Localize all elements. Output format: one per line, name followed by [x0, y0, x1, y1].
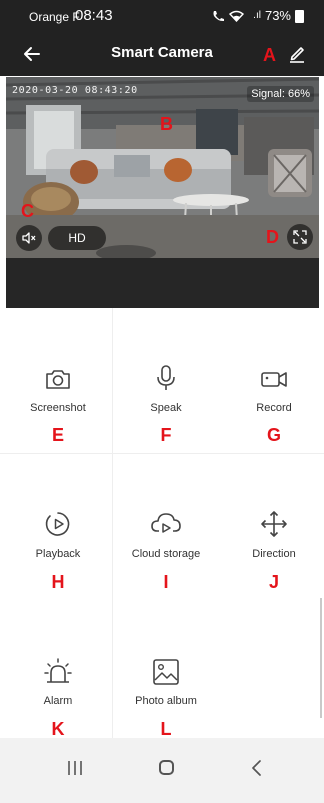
screenshot-label: Screenshot	[30, 402, 86, 414]
screenshot-button[interactable]: Screenshot E	[4, 308, 112, 453]
annotation-d: D	[266, 227, 279, 247]
cloud-play-icon	[151, 513, 181, 533]
record-button[interactable]: Record G	[220, 308, 324, 453]
photo-album-label: Photo album	[135, 695, 197, 707]
annotation-c: C	[21, 201, 34, 221]
video-bottom-band	[6, 258, 319, 308]
video-camera-icon	[261, 372, 287, 387]
annotation-k: K	[51, 719, 65, 739]
annotation-e: E	[51, 425, 64, 445]
speaker-muted-icon	[22, 232, 36, 244]
status-time: 08:43	[75, 7, 113, 24]
annotation-l: L	[160, 719, 172, 739]
fullscreen-button[interactable]	[287, 224, 313, 250]
camera-live-view[interactable]: 2020-03-20 08:43:20 Signal: 66% B C D HD	[6, 77, 319, 258]
annotation-f: F	[160, 425, 172, 445]
alarm-button[interactable]: Alarm K	[4, 600, 112, 739]
speak-label: Speak	[150, 402, 182, 414]
annotation-h: H	[51, 572, 65, 592]
quality-button[interactable]: HD	[48, 226, 106, 250]
fullscreen-icon	[293, 230, 307, 244]
move-arrows-icon	[261, 511, 287, 537]
camera-icon	[46, 370, 70, 389]
playback-label: Playback	[35, 548, 81, 560]
annotation-j: J	[268, 572, 279, 592]
carrier-name: Orange F	[29, 10, 80, 24]
speak-button[interactable]: Speak F	[112, 308, 220, 453]
annotation-b: B	[160, 114, 173, 134]
nav-back-icon[interactable]	[250, 759, 264, 777]
signal-strength: Signal: 66%	[247, 86, 314, 102]
annotation-a: A	[263, 45, 276, 65]
recent-apps-icon[interactable]	[67, 759, 83, 777]
scrollbar-thumb[interactable]	[320, 598, 322, 718]
microphone-icon	[157, 365, 175, 390]
battery-icon	[295, 10, 304, 23]
status-icons: .ıl 73%	[212, 8, 304, 23]
system-nav-bar	[0, 738, 324, 803]
home-icon[interactable]	[159, 760, 174, 775]
cloud-storage-label: Cloud storage	[131, 548, 201, 560]
annotation-i: I	[163, 572, 169, 592]
playback-button[interactable]: Playback H	[4, 454, 112, 600]
battery-percent: 73%	[264, 8, 291, 23]
mute-button[interactable]	[16, 225, 42, 251]
wifi-icon	[228, 10, 244, 22]
video-timestamp: 2020-03-20 08:43:20	[12, 85, 138, 96]
playback-icon	[45, 512, 70, 536]
record-label: Record	[256, 402, 292, 414]
status-bar: Orange F 08:43 .ıl 73%	[0, 0, 324, 33]
cloud-storage-button[interactable]: Cloud storage I	[112, 454, 220, 600]
action-grid: Screenshot E Speak F Record G Playback H	[0, 308, 324, 739]
edit-pencil-icon[interactable]	[286, 42, 308, 64]
siren-icon	[44, 658, 72, 683]
alarm-label: Alarm	[43, 695, 73, 707]
photo-album-button[interactable]: Photo album L	[112, 600, 220, 739]
app-bar: Smart Camera A	[0, 33, 324, 76]
annotation-g: G	[266, 425, 281, 445]
direction-label: Direction	[252, 548, 296, 560]
call-icon	[213, 10, 224, 21]
cell-signal-icon: .ıl	[247, 10, 261, 21]
direction-button[interactable]: Direction J	[220, 454, 324, 600]
image-icon	[153, 659, 179, 685]
